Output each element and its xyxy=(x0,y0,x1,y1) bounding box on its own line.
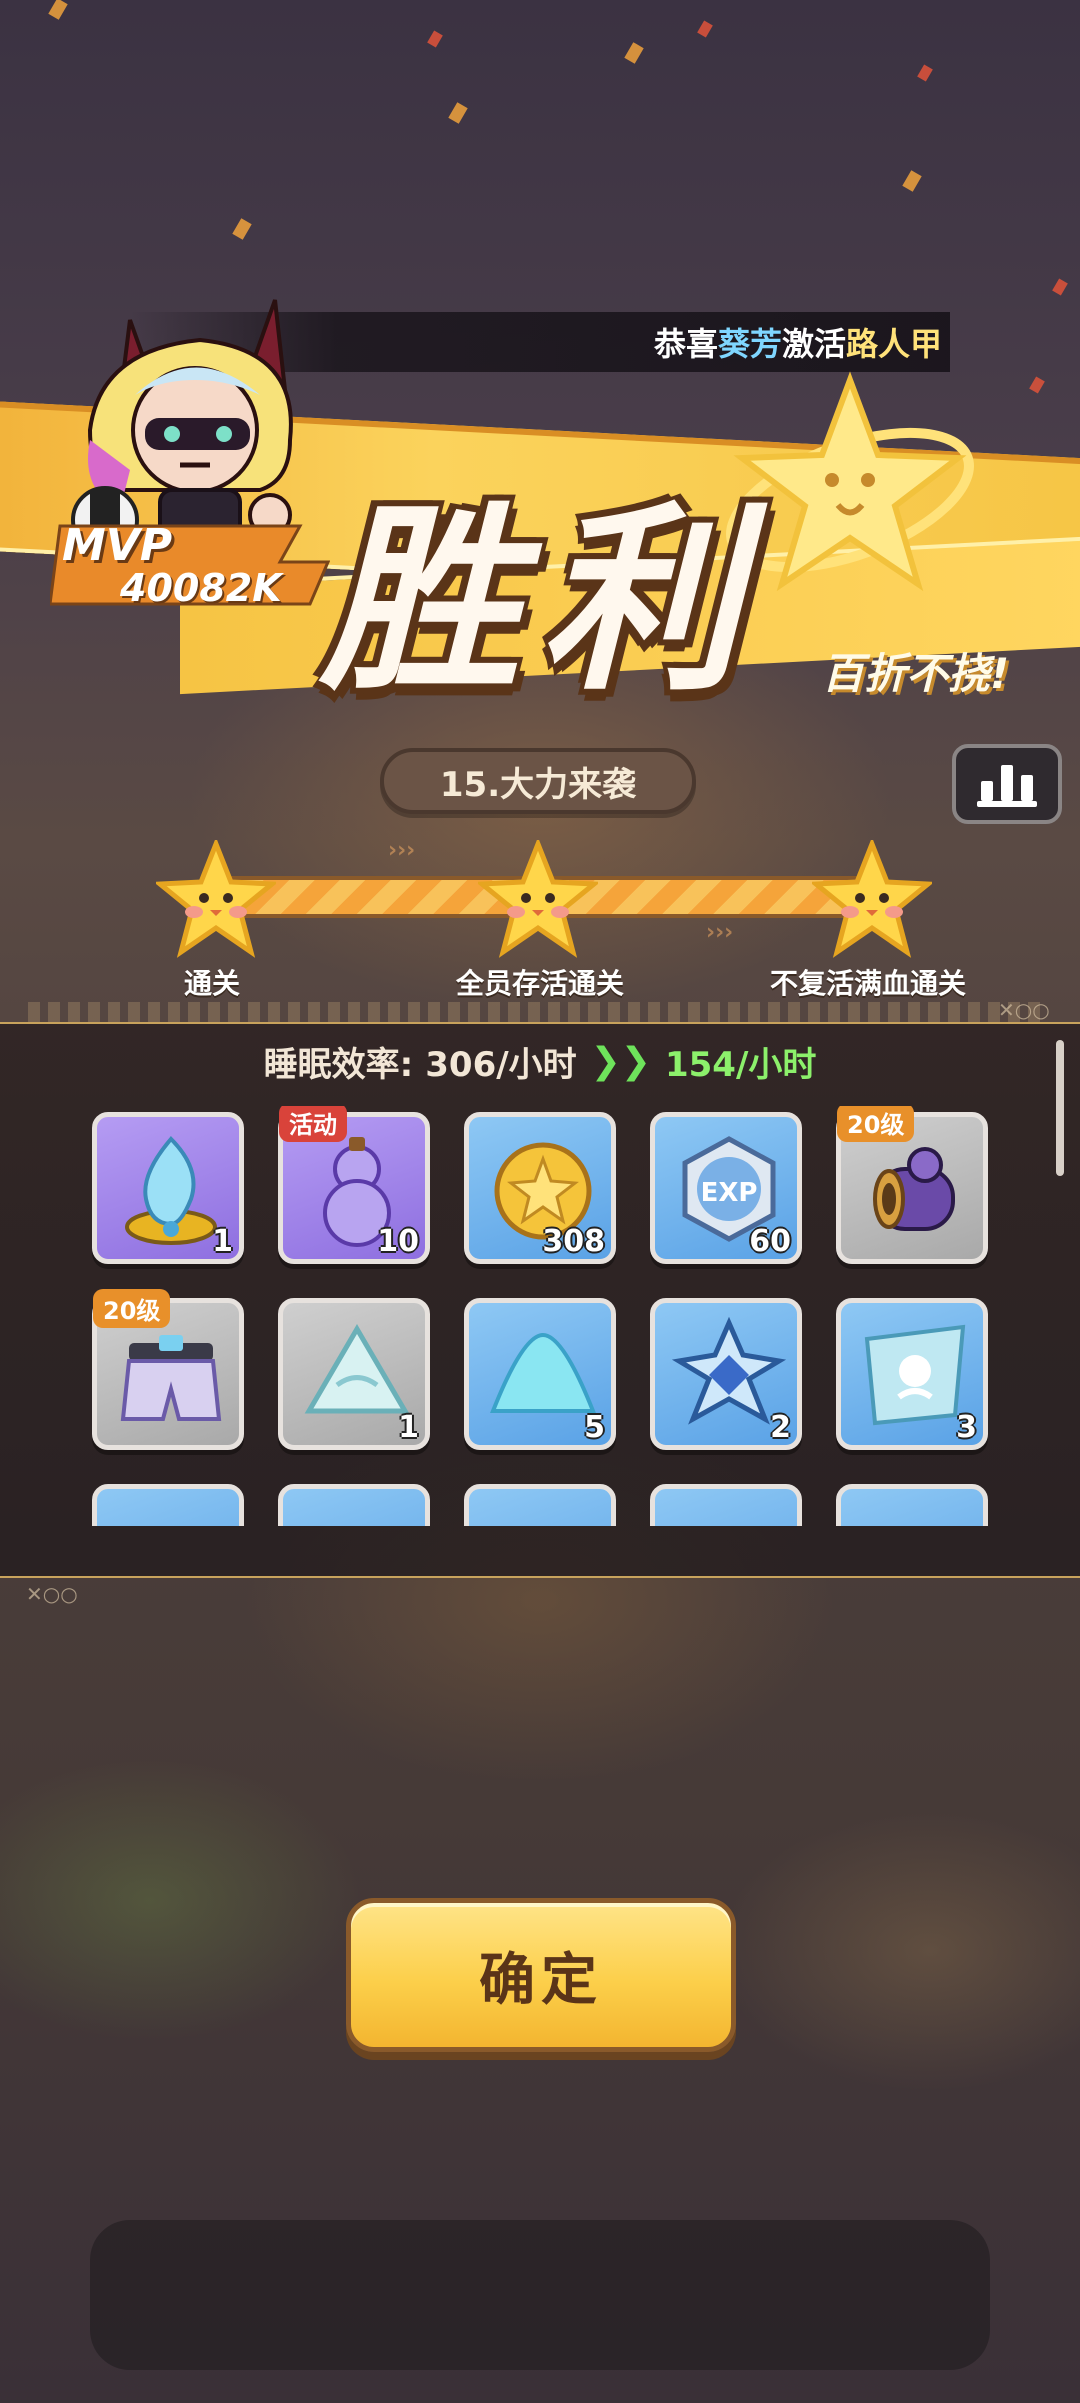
blurred-bottom-bar xyxy=(90,2220,990,2370)
reward-count: 308 xyxy=(542,1224,605,1259)
goal-star-icon xyxy=(812,840,932,958)
goal-star-icon xyxy=(478,840,598,958)
reward-count: 5 xyxy=(584,1410,605,1445)
reward-count: 60 xyxy=(749,1224,791,1259)
sleep-efficiency-new: 154/小时 xyxy=(664,1044,817,1085)
reward-item[interactable] xyxy=(278,1484,430,1526)
panel-decor-mark: ✕○○ xyxy=(998,998,1050,1022)
shorts-icon xyxy=(120,1335,222,1421)
reward-tag: 活动 xyxy=(279,1106,347,1142)
panel-decor-mark: ✕○○ xyxy=(26,1582,78,1606)
double-chevron-right-icon: ❯❯ xyxy=(590,1040,651,1082)
reward-item[interactable]: 308 xyxy=(464,1112,616,1264)
sleep-efficiency-label: 睡眠效率: xyxy=(263,1044,414,1085)
broadcast-prefix: 恭喜 xyxy=(653,325,718,363)
reward-item[interactable]: 5 xyxy=(464,1298,616,1450)
broadcast-player: 葵芳 xyxy=(717,325,782,363)
reward-count: 2 xyxy=(770,1410,791,1445)
victory-title: 胜利 xyxy=(320,485,761,718)
rewards-grid[interactable]: 1 活动 10 308 EXP 60 20级 20级 1 5 2 3 xyxy=(0,1106,1080,1526)
svg-text:EXP: EXP xyxy=(701,1178,758,1208)
reward-count: 1 xyxy=(398,1410,419,1445)
track-arrows: ››› xyxy=(706,920,734,945)
reward-item[interactable]: 3 xyxy=(836,1298,988,1450)
reward-tag: 20级 xyxy=(837,1106,915,1142)
bar-chart-icon xyxy=(977,765,1037,807)
reward-item[interactable]: 20级 xyxy=(836,1106,988,1264)
sleep-efficiency-row: 睡眠效率: 306/小时 ❯❯ 154/小时 xyxy=(0,1036,1080,1086)
mvp-label: MVP xyxy=(62,520,173,571)
reward-item[interactable] xyxy=(464,1484,616,1526)
mvp-score: 40082K xyxy=(120,566,282,610)
panel-decor-strip xyxy=(28,1002,1048,1024)
goal-label-clear: 通关 xyxy=(184,967,241,1000)
reward-count: 10 xyxy=(377,1224,419,1259)
reward-item[interactable] xyxy=(92,1484,244,1526)
stage-name: 15.大力来袭 xyxy=(380,748,696,814)
stats-button[interactable] xyxy=(952,744,1062,824)
reward-item[interactable]: 1 xyxy=(92,1112,244,1264)
reward-count: 3 xyxy=(956,1410,977,1445)
reward-count: 1 xyxy=(212,1224,233,1259)
confirm-button[interactable]: 确定 xyxy=(346,1898,736,2052)
reward-tag: 20级 xyxy=(93,1289,171,1328)
reward-item[interactable]: 2 xyxy=(650,1298,802,1450)
reward-item[interactable]: 1 xyxy=(278,1298,430,1450)
track-arrows: ››› xyxy=(388,838,416,863)
reward-item[interactable] xyxy=(836,1484,988,1526)
reward-item[interactable]: 活动 10 xyxy=(278,1106,430,1264)
reward-item[interactable]: EXP 60 xyxy=(650,1112,802,1264)
reward-item[interactable] xyxy=(650,1484,802,1526)
victory-slogan: 百折不挠! xyxy=(822,649,1010,698)
reward-item[interactable]: 20级 xyxy=(92,1289,244,1450)
goal-label-no-revive: 不复活满血通关 xyxy=(770,967,967,1000)
broadcast-target: 路人甲 xyxy=(845,325,942,363)
goal-star-icon xyxy=(156,840,276,958)
broadcast-action: 激活 xyxy=(781,325,846,363)
gauntlet-icon xyxy=(873,1147,955,1231)
sleep-efficiency-old: 306/小时 xyxy=(425,1044,577,1085)
goal-label-all-survive: 全员存活通关 xyxy=(456,967,625,1000)
